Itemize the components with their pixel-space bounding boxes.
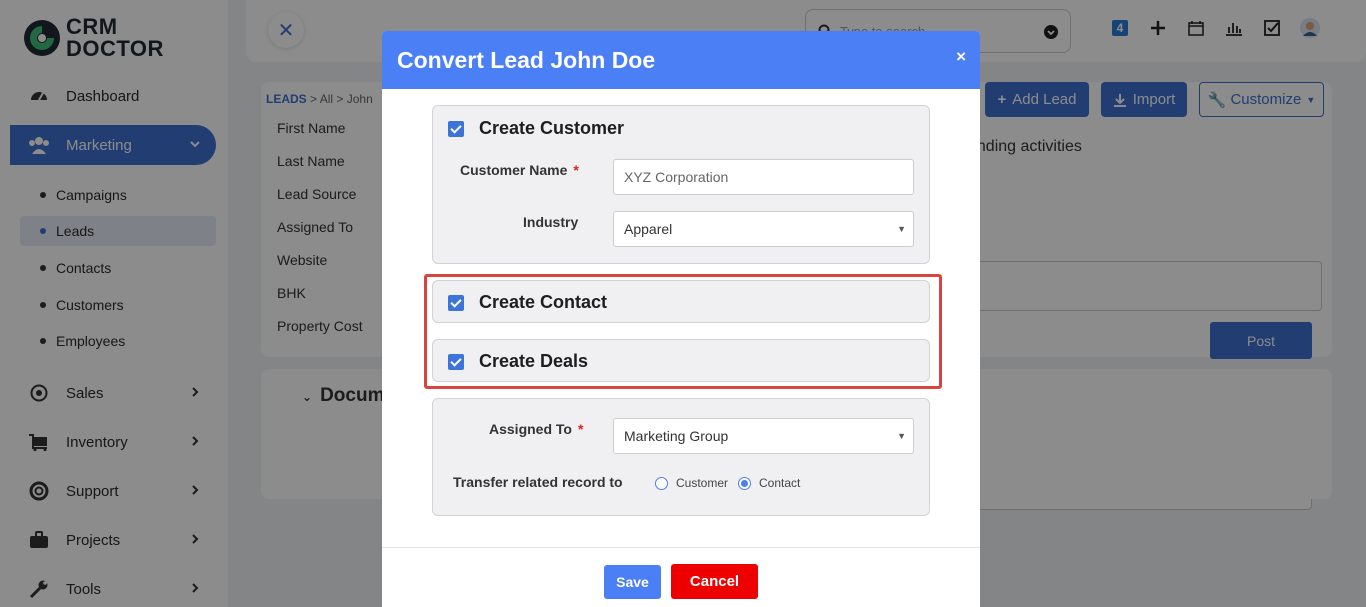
- assigned-to-select[interactable]: Marketing Group ▼: [613, 418, 914, 454]
- assignment-panel: Assigned To * Marketing Group ▼ Transfer …: [432, 398, 930, 516]
- modal-footer: Save Cancel: [382, 547, 980, 607]
- save-button[interactable]: Save: [604, 565, 661, 599]
- assigned-to-label: Assigned To *: [489, 421, 583, 437]
- industry-value: Apparel: [624, 221, 673, 237]
- assigned-to-value: Marketing Group: [624, 428, 729, 444]
- create-customer-label: Create Customer: [479, 118, 625, 138]
- caret-down-icon: ▼: [897, 431, 906, 441]
- transfer-radio-group: Customer Contact: [655, 476, 810, 490]
- industry-select[interactable]: Apparel ▼: [613, 211, 914, 247]
- customer-name-label: Customer Name *: [460, 162, 579, 178]
- modal-title: Convert Lead John Doe: [397, 46, 656, 73]
- modal-body: Create Customer Customer Name * XYZ Corpo…: [382, 89, 980, 547]
- customer-name-input[interactable]: XYZ Corporation: [613, 159, 914, 195]
- radio-contact[interactable]: [738, 476, 752, 490]
- close-icon[interactable]: ×: [956, 47, 966, 67]
- radio-contact-label[interactable]: Contact: [759, 476, 800, 490]
- caret-down-icon: ▼: [897, 224, 906, 234]
- cancel-button[interactable]: Cancel: [671, 564, 758, 599]
- modal-header: Convert Lead John Doe ×: [382, 31, 980, 89]
- create-customer-checkbox[interactable]: Create Customer: [448, 118, 624, 139]
- customer-panel: Create Customer Customer Name * XYZ Corpo…: [432, 105, 930, 264]
- transfer-label: Transfer related record to: [453, 474, 623, 490]
- radio-customer[interactable]: [655, 476, 668, 490]
- customer-name-label-text: Customer Name: [460, 162, 568, 178]
- required-asterisk: *: [573, 162, 579, 178]
- convert-lead-modal: Convert Lead John Doe × Create Customer …: [382, 31, 980, 607]
- assigned-to-label-text: Assigned To: [489, 421, 572, 437]
- industry-label: Industry: [523, 214, 579, 230]
- required-asterisk: *: [577, 421, 584, 437]
- highlight-box: [424, 274, 942, 389]
- checkbox-checked-icon: [448, 120, 464, 137]
- radio-customer-label[interactable]: Customer: [676, 476, 728, 490]
